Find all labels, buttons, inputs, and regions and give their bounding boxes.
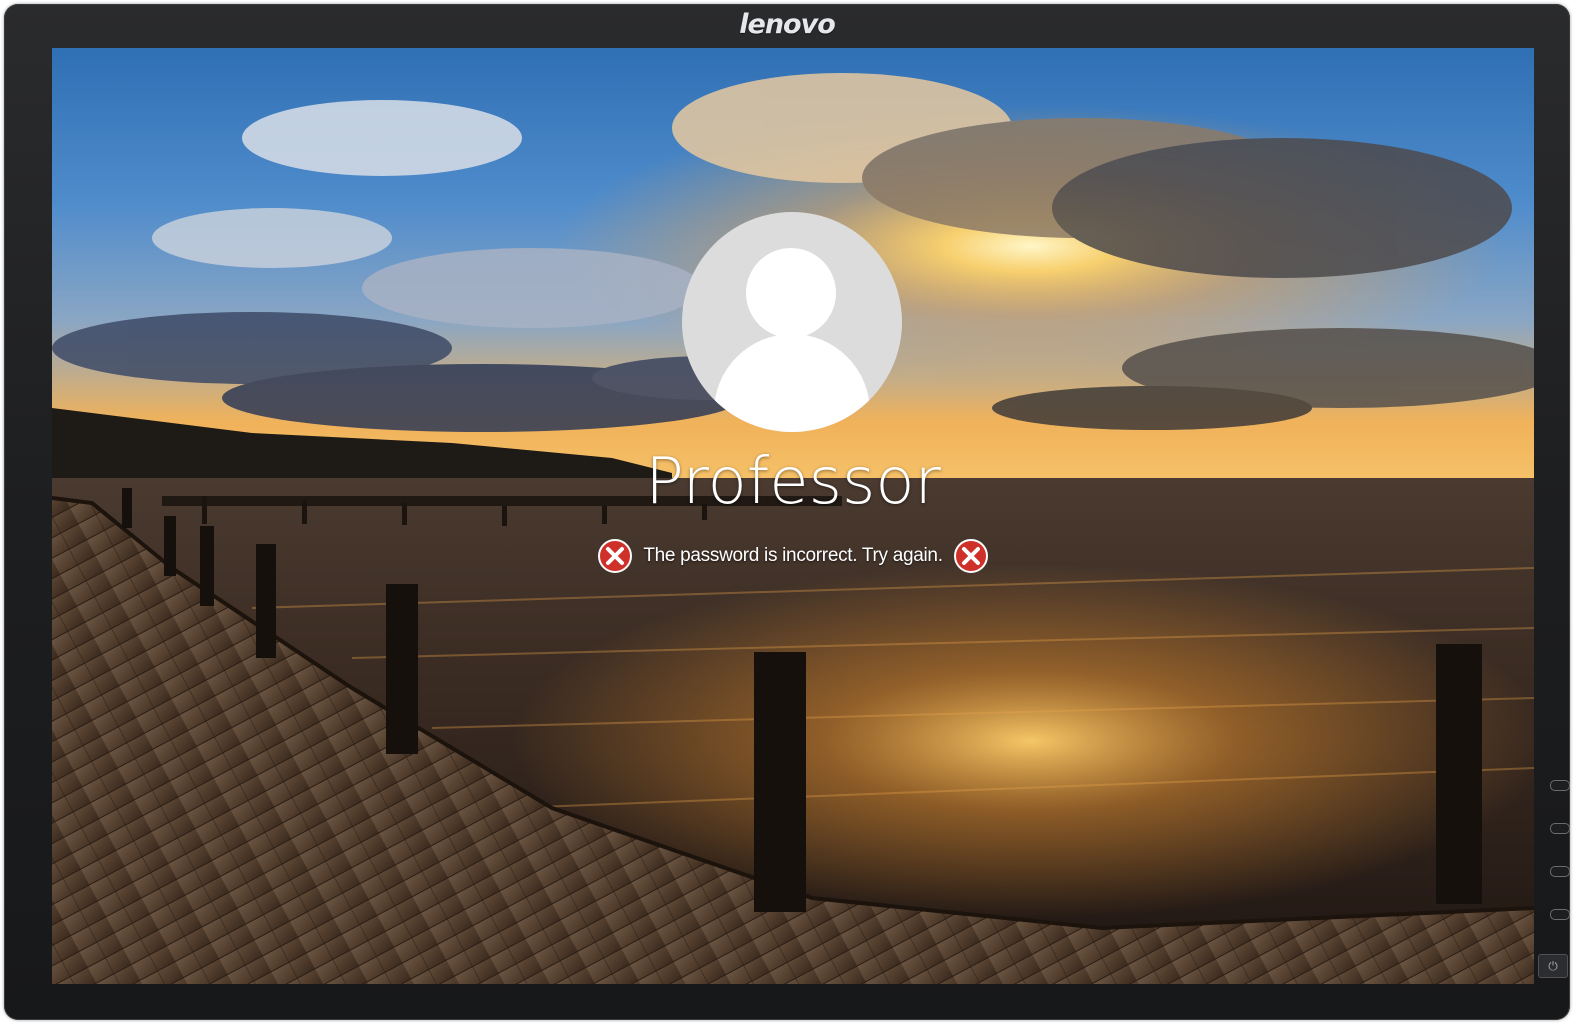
monitor-bezel: lenovo Professor The password is incorre… bbox=[4, 4, 1570, 1020]
username-label: Professor bbox=[645, 445, 941, 519]
error-x-icon bbox=[598, 539, 633, 573]
power-button[interactable]: ⏻ bbox=[1538, 954, 1568, 978]
monitor-up-button[interactable] bbox=[1550, 823, 1570, 834]
lenovo-logo: lenovo bbox=[739, 9, 836, 40]
lock-screen[interactable]: Professor The password is incorrect. Try… bbox=[52, 48, 1534, 984]
monitor-down-button[interactable] bbox=[1550, 866, 1570, 877]
monitor-control-buttons bbox=[1540, 780, 1570, 952]
default-user-icon bbox=[746, 248, 836, 338]
monitor-menu-button[interactable] bbox=[1550, 780, 1570, 791]
user-avatar bbox=[682, 212, 902, 432]
error-x-icon bbox=[953, 539, 988, 573]
error-message: The password is incorrect. Try again. bbox=[643, 545, 943, 566]
monitor-exit-button[interactable] bbox=[1550, 909, 1570, 920]
power-icon: ⏻ bbox=[1548, 959, 1558, 973]
error-message-row: The password is incorrect. Try again. bbox=[52, 538, 1534, 574]
